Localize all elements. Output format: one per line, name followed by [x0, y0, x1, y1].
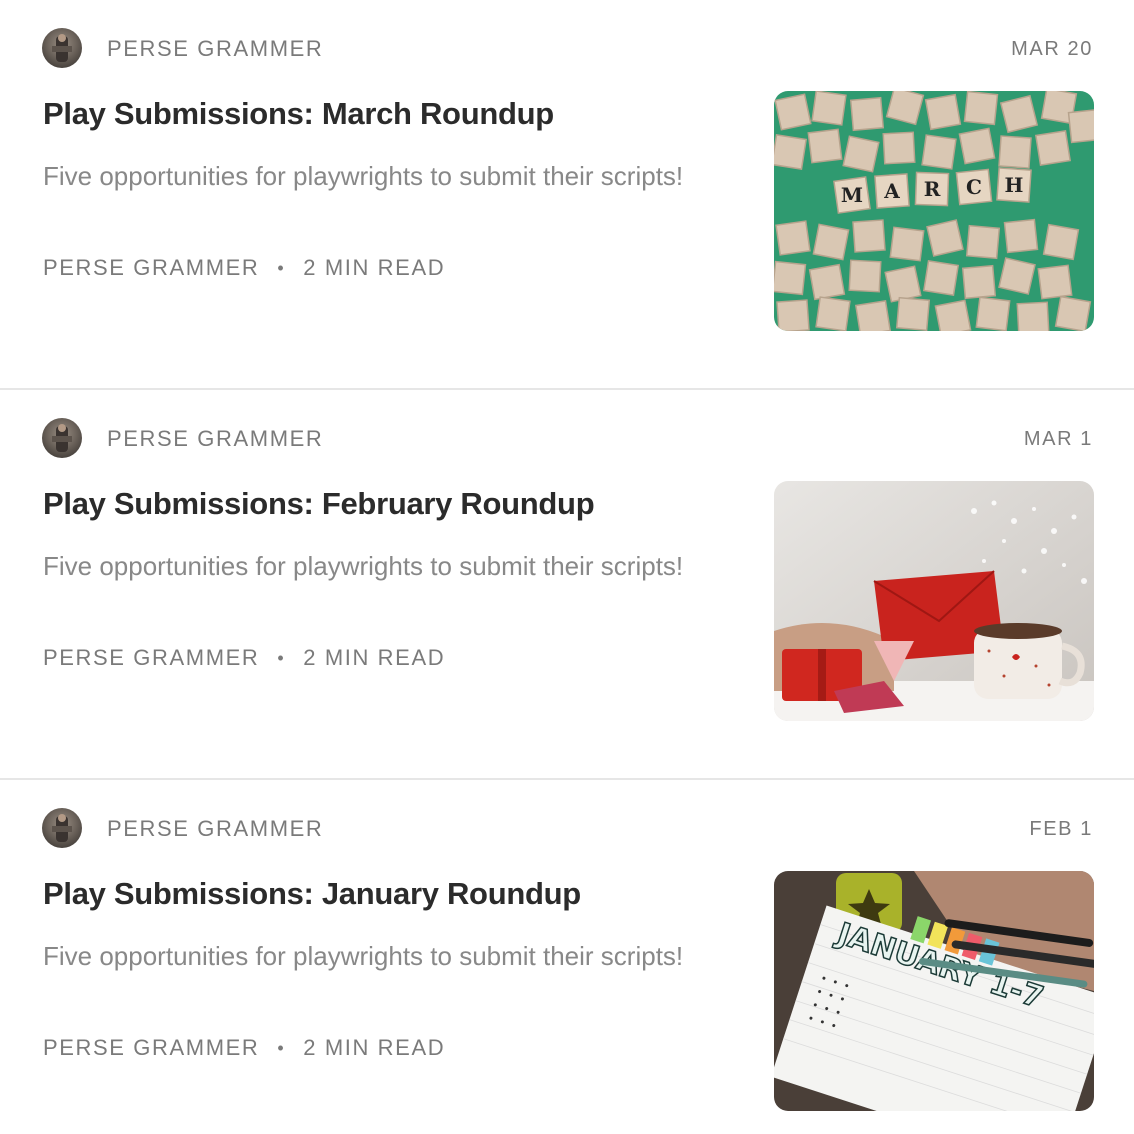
post-meta: PERSE GRAMMER • 2 MIN READ [43, 645, 445, 671]
post-thumbnail[interactable]: M A R C H [774, 91, 1094, 331]
tile-letter: C [966, 175, 982, 199]
post-feed: PERSE GRAMMER MAR 20 Play Submissions: M… [0, 0, 1134, 1134]
meta-separator: • [277, 1037, 286, 1058]
post-excerpt: Five opportunities for playwrights to su… [43, 551, 684, 581]
post-title[interactable]: Play Submissions: March Roundup [43, 96, 554, 132]
author-avatar[interactable] [42, 28, 82, 68]
meta-separator: • [277, 647, 286, 668]
post-card[interactable]: PERSE GRAMMER MAR 1 Play Submissions: Fe… [0, 390, 1134, 780]
post-date: MAR 20 [1011, 38, 1093, 60]
post-date: FEB 1 [1029, 818, 1093, 840]
author-name[interactable]: PERSE GRAMMER [107, 816, 323, 842]
meta-author[interactable]: PERSE GRAMMER [43, 645, 259, 671]
scrabble-tiles-image: M A R C H [774, 91, 1094, 331]
post-title[interactable]: Play Submissions: February Roundup [43, 486, 595, 522]
read-time: 2 MIN READ [303, 645, 446, 670]
post-thumbnail[interactable]: JANUARY 1-7 [774, 871, 1094, 1111]
post-excerpt: Five opportunities for playwrights to su… [43, 161, 684, 191]
post-title[interactable]: Play Submissions: January Roundup [43, 876, 581, 912]
envelope-mug-image [774, 481, 1094, 721]
post-card[interactable]: PERSE GRAMMER FEB 1 Play Submissions: Ja… [0, 780, 1134, 1134]
author-avatar[interactable] [42, 418, 82, 458]
post-card[interactable]: PERSE GRAMMER MAR 20 Play Submissions: M… [0, 0, 1134, 390]
post-excerpt: Five opportunities for playwrights to su… [43, 941, 684, 971]
author-name[interactable]: PERSE GRAMMER [107, 426, 323, 452]
read-time: 2 MIN READ [303, 1035, 446, 1060]
post-date: MAR 1 [1023, 428, 1093, 450]
post-meta: PERSE GRAMMER • 2 MIN READ [43, 255, 445, 281]
planner-calendar-image: JANUARY 1-7 [774, 871, 1094, 1111]
tile-letter: A [883, 179, 900, 203]
read-time: 2 MIN READ [303, 255, 446, 280]
tile-letter: H [1005, 173, 1024, 197]
meta-author[interactable]: PERSE GRAMMER [43, 1035, 259, 1061]
meta-author[interactable]: PERSE GRAMMER [43, 255, 259, 281]
meta-separator: • [277, 257, 286, 278]
tile-letter: R [924, 177, 941, 201]
author-name[interactable]: PERSE GRAMMER [107, 36, 323, 62]
post-meta: PERSE GRAMMER • 2 MIN READ [43, 1035, 445, 1061]
author-avatar[interactable] [42, 808, 82, 848]
post-thumbnail[interactable] [774, 481, 1094, 721]
tile-letter: M [841, 183, 863, 207]
